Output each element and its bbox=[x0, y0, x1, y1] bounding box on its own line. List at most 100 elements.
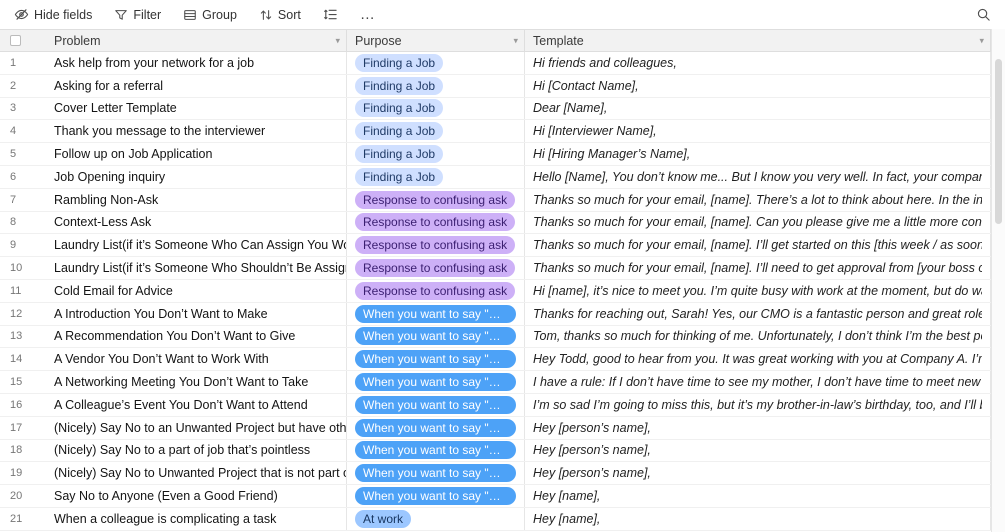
table-row[interactable]: 6 Job Opening inquiry Finding a Job Hello [… bbox=[0, 165, 991, 189]
template-cell[interactable]: Thanks so much for your email, [name]. T… bbox=[525, 188, 991, 211]
column-header-problem[interactable]: Problem ▾ bbox=[46, 30, 347, 51]
table-row[interactable]: 4 Thank you message to the interviewer Fin… bbox=[0, 120, 991, 144]
purpose-cell[interactable]: When you want to say "No" bbox=[347, 439, 525, 462]
purpose-cell[interactable]: Response to confusing ask bbox=[347, 188, 525, 211]
vertical-scrollbar[interactable] bbox=[995, 59, 1002, 224]
row-number[interactable]: 2 bbox=[0, 75, 46, 97]
chevron-down-icon[interactable]: ▾ bbox=[513, 35, 518, 46]
template-cell[interactable]: Hi friends and colleagues, bbox=[525, 52, 991, 74]
problem-cell[interactable]: When a colleague is complicating a task bbox=[46, 507, 347, 530]
table-row[interactable]: 14 A Vendor You Don’t Want to Work With Wh… bbox=[0, 348, 991, 372]
purpose-cell[interactable]: Finding a Job bbox=[347, 120, 525, 143]
table-row[interactable]: 17 (Nicely) Say No to an Unwanted Project… bbox=[0, 416, 991, 440]
problem-cell[interactable]: (Nicely) Say No to Unwanted Project that… bbox=[46, 462, 347, 485]
problem-cell[interactable]: (Nicely) Say No to an Unwanted Project b… bbox=[46, 416, 347, 439]
group-button[interactable]: Group bbox=[183, 8, 237, 22]
table-row[interactable]: 8 Context-Less Ask Response to confusing a… bbox=[0, 211, 991, 235]
problem-cell[interactable]: Asking for a referral bbox=[46, 74, 347, 97]
row-number[interactable]: 18 bbox=[0, 440, 46, 462]
purpose-cell[interactable]: When you want to say "No" bbox=[347, 393, 525, 416]
purpose-cell[interactable]: When you want to say "No" bbox=[347, 371, 525, 393]
problem-cell[interactable]: Laundry List(if it’s Someone Who Shouldn… bbox=[46, 257, 347, 279]
table-row[interactable]: 16 A Colleague’s Event You Don’t Want to … bbox=[0, 393, 991, 417]
purpose-cell[interactable]: Finding a Job bbox=[347, 52, 525, 74]
row-number[interactable]: 12 bbox=[0, 303, 46, 325]
more-options-button[interactable]: … bbox=[360, 7, 376, 22]
row-number[interactable]: 1 bbox=[0, 52, 46, 74]
template-cell[interactable]: Hey Todd, good to hear from you. It was … bbox=[525, 348, 991, 371]
template-cell[interactable]: Hello [Name], You don’t know me... But I… bbox=[525, 165, 991, 188]
table-row[interactable]: 21 When a colleague is complicating a tas… bbox=[0, 507, 991, 531]
search-button[interactable] bbox=[976, 7, 991, 22]
column-header-purpose[interactable]: Purpose ▾ bbox=[347, 30, 525, 51]
table-row[interactable]: 20 Say No to Anyone (Even a Good Friend) W… bbox=[0, 485, 991, 508]
row-number[interactable]: 4 bbox=[0, 120, 46, 142]
filter-button[interactable]: Filter bbox=[114, 8, 161, 22]
purpose-cell[interactable]: When you want to say "No" bbox=[347, 325, 525, 348]
row-number[interactable]: 5 bbox=[0, 143, 46, 165]
template-cell[interactable]: Thanks for reaching out, Sarah! Yes, our… bbox=[525, 302, 991, 325]
template-cell[interactable]: Hey [name], bbox=[525, 507, 991, 530]
template-cell[interactable]: Hey [person’s name], bbox=[525, 462, 991, 485]
table-row[interactable]: 1 Ask help from your network for a job Fin… bbox=[0, 52, 991, 75]
template-cell[interactable]: Hey [person’s name], bbox=[525, 416, 991, 439]
table-row[interactable]: 19 (Nicely) Say No to Unwanted Project th… bbox=[0, 462, 991, 486]
template-cell[interactable]: Thanks so much for your email, [name]. C… bbox=[525, 211, 991, 234]
row-number[interactable]: 20 bbox=[0, 485, 46, 507]
purpose-cell[interactable]: When you want to say "No" bbox=[347, 462, 525, 485]
template-cell[interactable]: Tom, thanks so much for thinking of me. … bbox=[525, 325, 991, 348]
hide-fields-button[interactable]: Hide fields bbox=[14, 7, 92, 22]
template-cell[interactable]: Dear [Name], bbox=[525, 97, 991, 120]
table-row[interactable]: 11 Cold Email for Advice Response to confu… bbox=[0, 279, 991, 303]
column-header-template[interactable]: Template ▾ bbox=[525, 30, 991, 51]
table-row[interactable]: 12 A Introduction You Don’t Want to Make W… bbox=[0, 302, 991, 326]
row-number[interactable]: 8 bbox=[0, 212, 46, 234]
problem-cell[interactable]: A Recommendation You Don’t Want to Give bbox=[46, 325, 347, 348]
purpose-cell[interactable]: Finding a Job bbox=[347, 74, 525, 97]
template-cell[interactable]: Hi [Contact Name], bbox=[525, 74, 991, 97]
row-number[interactable]: 9 bbox=[0, 234, 46, 256]
purpose-cell[interactable]: Finding a Job bbox=[347, 143, 525, 165]
row-number[interactable]: 17 bbox=[0, 417, 46, 439]
table-row[interactable]: 13 A Recommendation You Don’t Want to Giv… bbox=[0, 325, 991, 349]
row-number[interactable]: 7 bbox=[0, 189, 46, 211]
purpose-cell[interactable]: Finding a Job bbox=[347, 165, 525, 188]
problem-cell[interactable]: Cold Email for Advice bbox=[46, 279, 347, 302]
problem-cell[interactable]: A Vendor You Don’t Want to Work With bbox=[46, 348, 347, 371]
purpose-cell[interactable]: When you want to say "No" bbox=[347, 416, 525, 439]
purpose-cell[interactable]: Response to confusing ask bbox=[347, 279, 525, 302]
template-cell[interactable]: Hi [Hiring Manager’s Name], bbox=[525, 143, 991, 165]
table-row[interactable]: 2 Asking for a referral Finding a Job Hi [C… bbox=[0, 74, 991, 98]
row-number[interactable]: 10 bbox=[0, 257, 46, 279]
row-number[interactable]: 16 bbox=[0, 394, 46, 416]
row-height-button[interactable] bbox=[323, 7, 338, 22]
chevron-down-icon[interactable]: ▾ bbox=[335, 35, 340, 46]
problem-cell[interactable]: Rambling Non-Ask bbox=[46, 188, 347, 211]
purpose-cell[interactable]: Response to confusing ask bbox=[347, 257, 525, 279]
chevron-down-icon[interactable]: ▾ bbox=[979, 35, 984, 46]
problem-cell[interactable]: Laundry List(if it’s Someone Who Can Ass… bbox=[46, 234, 347, 257]
purpose-cell[interactable]: When you want to say "No" bbox=[347, 485, 525, 507]
problem-cell[interactable]: A Colleague’s Event You Don’t Want to At… bbox=[46, 393, 347, 416]
purpose-cell[interactable]: Response to confusing ask bbox=[347, 234, 525, 257]
template-cell[interactable]: Hey [name], bbox=[525, 485, 991, 507]
table-row[interactable]: 5 Follow up on Job Application Finding a J… bbox=[0, 143, 991, 166]
row-number[interactable]: 3 bbox=[0, 98, 46, 120]
problem-cell[interactable]: Ask help from your network for a job bbox=[46, 52, 347, 74]
problem-cell[interactable]: Follow up on Job Application bbox=[46, 143, 347, 165]
table-row[interactable]: 3 Cover Letter Template Finding a Job Dear … bbox=[0, 97, 991, 121]
table-row[interactable]: 18 (Nicely) Say No to a part of job that’… bbox=[0, 439, 991, 463]
select-all-checkbox[interactable] bbox=[10, 35, 21, 46]
problem-cell[interactable]: A Networking Meeting You Don’t Want to T… bbox=[46, 371, 347, 393]
problem-cell[interactable]: A Introduction You Don’t Want to Make bbox=[46, 302, 347, 325]
purpose-cell[interactable]: When you want to say "No" bbox=[347, 348, 525, 371]
template-cell[interactable]: I’m so sad I’m going to miss this, but i… bbox=[525, 393, 991, 416]
purpose-cell[interactable]: At work bbox=[347, 507, 525, 530]
sort-button[interactable]: Sort bbox=[259, 8, 301, 22]
problem-cell[interactable]: Thank you message to the interviewer bbox=[46, 120, 347, 143]
table-row[interactable]: 10 Laundry List(if it’s Someone Who Shoul… bbox=[0, 257, 991, 280]
row-number[interactable]: 13 bbox=[0, 326, 46, 348]
purpose-cell[interactable]: Response to confusing ask bbox=[347, 211, 525, 234]
purpose-cell[interactable]: When you want to say "No" bbox=[347, 302, 525, 325]
problem-cell[interactable]: (Nicely) Say No to a part of job that’s … bbox=[46, 439, 347, 462]
